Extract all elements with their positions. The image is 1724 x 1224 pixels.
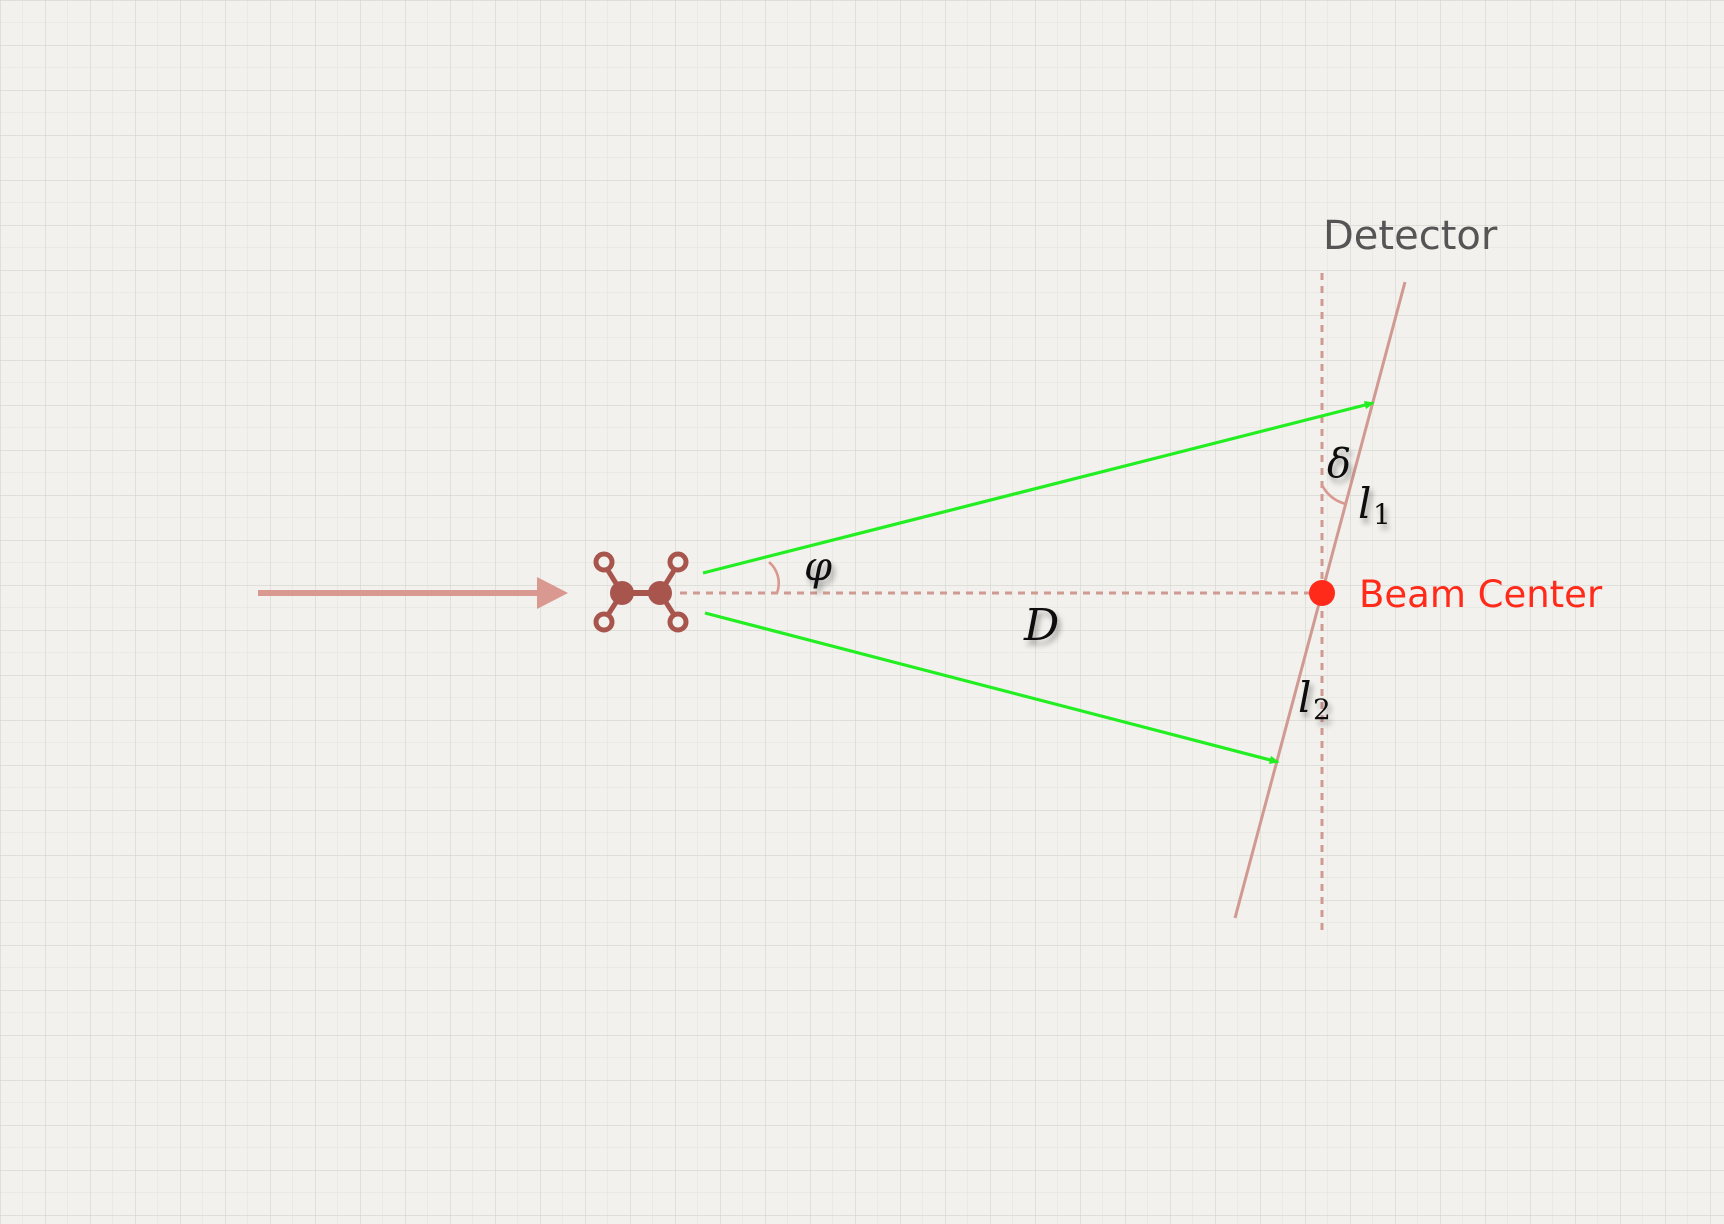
beam-center-label: Beam Center [1359,573,1603,616]
beam-center-dot [1309,580,1335,606]
phi-label: φ [804,544,832,590]
detector-label: Detector [1323,213,1498,259]
l1-subscript: 1 [1373,498,1391,531]
diagram-canvas: Detector Beam Center φ δ D l 1 l 2 [0,0,1724,1224]
l2-subscript: 2 [1313,693,1331,726]
distance-label: D [1023,600,1059,651]
l2-label: l [1298,673,1311,722]
l1-label: l [1358,479,1371,528]
delta-label: δ [1327,441,1351,487]
diagram-svg: Detector Beam Center φ δ D l 1 l 2 [0,0,1724,1224]
